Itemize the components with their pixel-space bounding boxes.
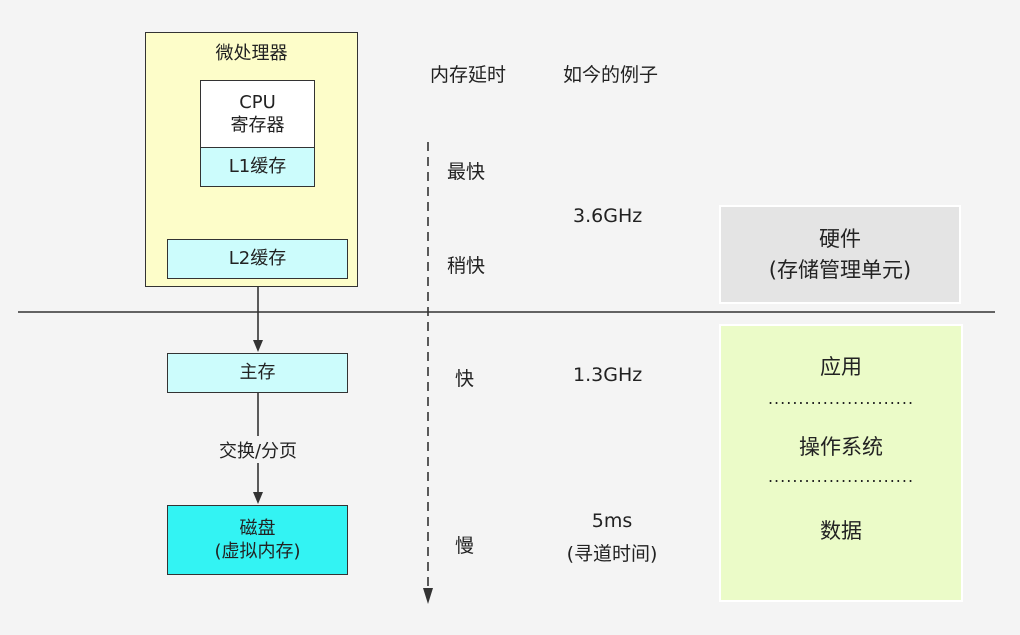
l1-cache-box: L1缓存	[200, 147, 315, 187]
software-stack-box: 应用 ........................ 操作系统 .......…	[719, 324, 963, 602]
l2-cache-label: L2缓存	[228, 248, 287, 270]
register-label: 寄存器	[230, 115, 285, 136]
mmu-label: (存储管理单元)	[768, 257, 912, 282]
divider-dots-1: ........................	[767, 389, 915, 409]
disk-seek-value: 5ms	[591, 510, 633, 532]
cache-frequency: 3.6GHz	[573, 205, 643, 227]
speed-fast: 快	[455, 368, 475, 390]
arrow-head-main-disk	[253, 492, 263, 504]
data-label: 数据	[820, 519, 862, 544]
application-label: 应用	[820, 355, 862, 379]
swap-paging-label: 交换/分页	[216, 437, 300, 463]
microprocessor-title: 微处理器	[215, 43, 288, 64]
cpu-label: CPU	[239, 91, 276, 113]
speed-slow: 慢	[455, 535, 475, 557]
speed-fastest: 最快	[447, 161, 486, 183]
diagram: 微处理器 CPU 寄存器 L1缓存 L2缓存 主存 交换/分页 磁盘 (虚拟内存…	[0, 0, 1020, 635]
main-memory-box: 主存	[167, 353, 348, 393]
example-header: 如今的例子	[563, 64, 659, 86]
disk-box: 磁盘 (虚拟内存)	[167, 505, 348, 575]
l2-cache-box: L2缓存	[167, 239, 348, 279]
virtual-memory-label: (虚拟内存)	[214, 541, 301, 562]
latency-header: 内存延时	[430, 64, 507, 86]
main-memory-label: 主存	[239, 362, 276, 384]
speed-axis-arrowhead	[423, 588, 433, 604]
hardware-box: 硬件 (存储管理单元)	[719, 205, 961, 304]
disk-seek-label: (寻道时间)	[566, 543, 658, 565]
divider-dots-2: ........................	[767, 467, 915, 487]
hardware-label: 硬件	[819, 227, 861, 252]
cpu-register-box: CPU 寄存器	[200, 80, 315, 148]
main-memory-frequency: 1.3GHz	[573, 364, 643, 386]
os-label: 操作系统	[799, 435, 883, 460]
disk-label: 磁盘	[239, 517, 276, 539]
arrow-head-l2-main	[253, 340, 263, 352]
l1-cache-label: L1缓存	[228, 156, 287, 178]
speed-slightly-fast: 稍快	[447, 255, 486, 277]
